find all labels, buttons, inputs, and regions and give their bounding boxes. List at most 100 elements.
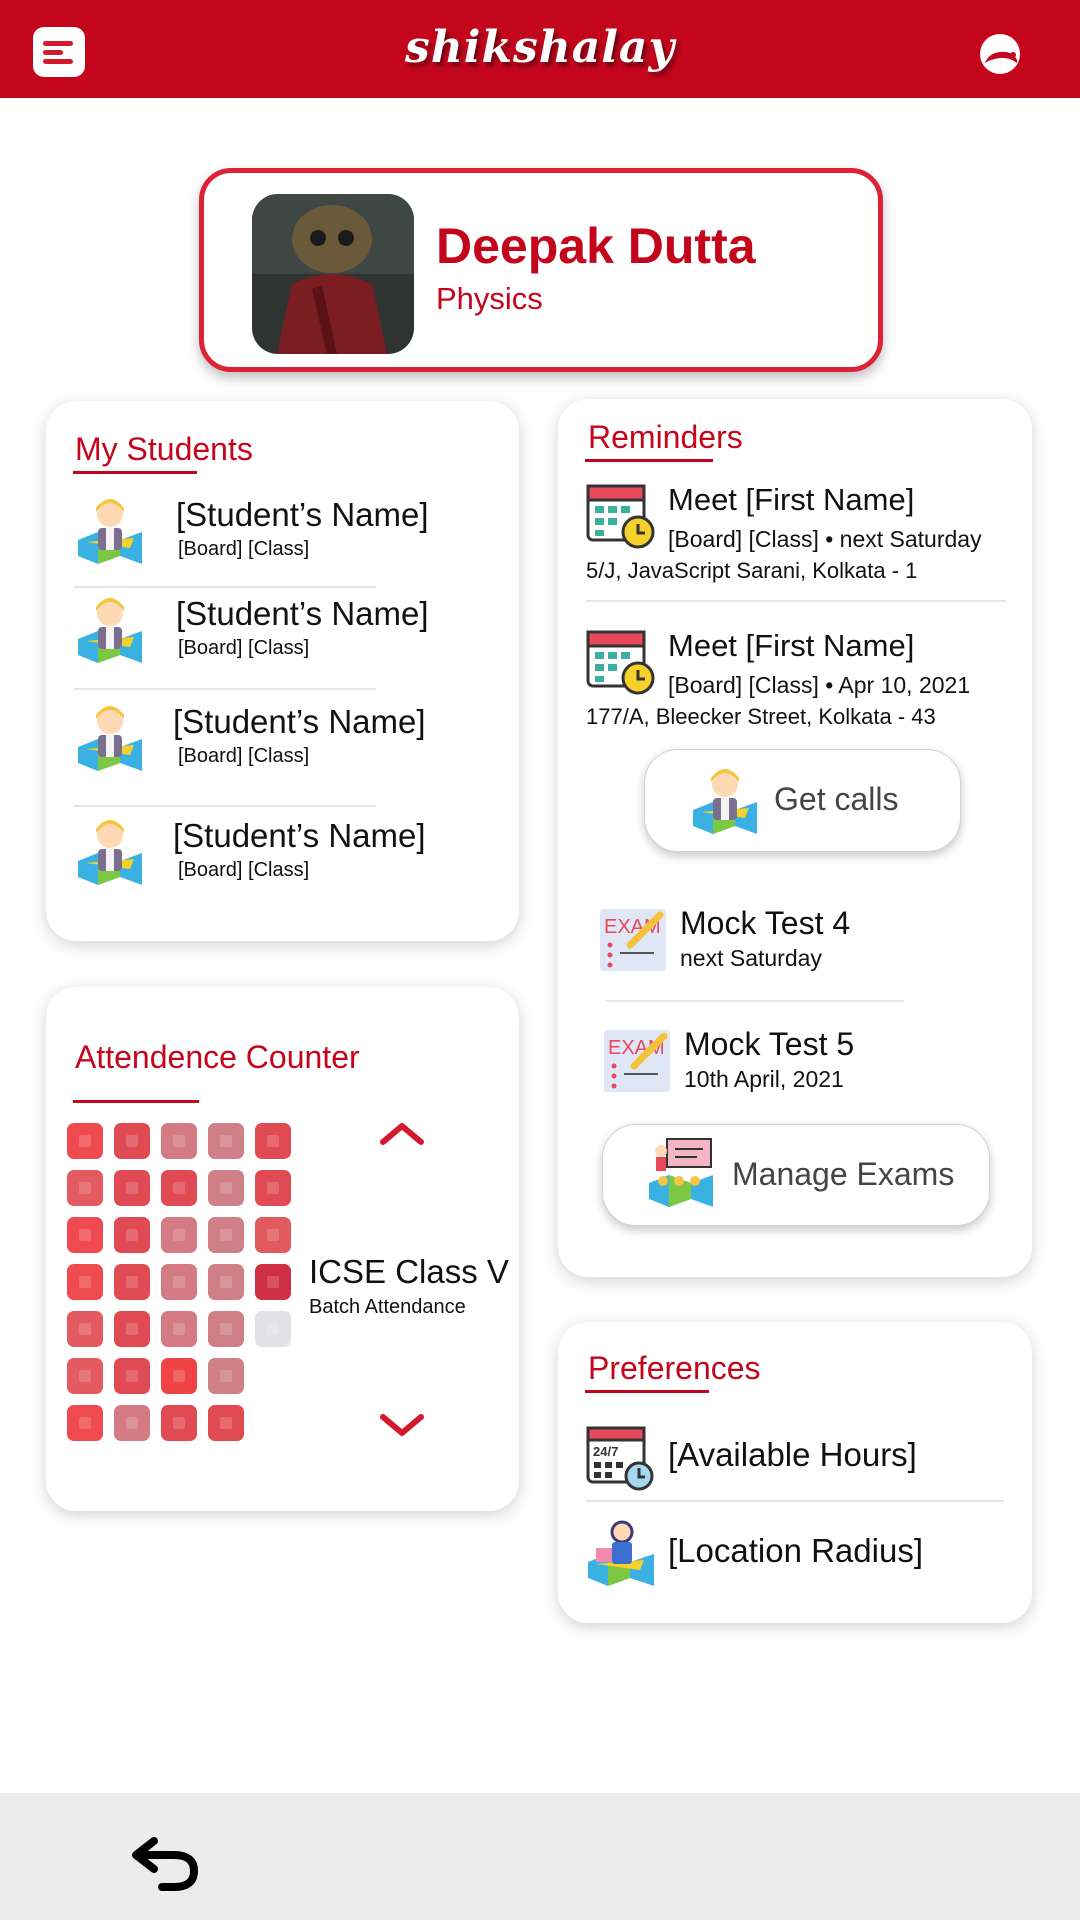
location-teacher-icon (588, 1520, 654, 1586)
reminder-title: Meet [First Name] (668, 482, 915, 517)
app-brand-title: shikshalay (404, 22, 676, 73)
attendance-day-cell[interactable] (255, 1311, 291, 1347)
bottom-navigation-bar (0, 1793, 1080, 1920)
student-map-icon (693, 769, 757, 834)
section-title: My Students (75, 431, 253, 467)
attendance-day-cell[interactable] (114, 1405, 150, 1441)
divider (586, 600, 1006, 602)
attendance-day-cell[interactable] (161, 1217, 197, 1253)
student-map-icon (78, 706, 142, 771)
preference-label: [Available Hours] (668, 1436, 917, 1473)
attendance-day-cell[interactable] (67, 1123, 103, 1159)
profile-face-icon[interactable] (979, 33, 1021, 75)
student-board-class: [Board] [Class] (178, 745, 310, 767)
student-name: [Student’s Name] (176, 496, 429, 533)
reminder-address: 5/J, JavaScript Sarani, Kolkata - 1 (586, 558, 918, 583)
list-item[interactable]: [Student’s Name] [Board] [Class] (74, 593, 494, 673)
teacher-profile-card[interactable]: Deepak Dutta Physics (199, 168, 883, 372)
attendance-day-cell[interactable] (255, 1217, 291, 1253)
divider (74, 805, 376, 807)
exam-date: 10th April, 2021 (684, 1066, 844, 1092)
teacher-subject: Physics (436, 281, 543, 316)
attendance-day-cell[interactable] (161, 1123, 197, 1159)
exam-item[interactable]: EXAM Mock Test 5 10th April, 2021 (602, 1024, 1022, 1114)
chevron-down-icon[interactable] (377, 1411, 427, 1441)
student-map-icon (78, 598, 142, 663)
my-students-card: My Students [Student’s Name] [Board] [Cl… (46, 401, 519, 941)
teacher-avatar-photo (252, 194, 414, 354)
student-board-class: [Board] [Class] (178, 859, 310, 881)
manage-exams-button[interactable]: Manage Exams (602, 1124, 990, 1226)
attendance-day-cell[interactable] (208, 1264, 244, 1300)
batch-name: ICSE Class V (309, 1253, 509, 1290)
title-underline (585, 459, 713, 462)
list-item[interactable]: [Student’s Name] [Board] [Class] (74, 815, 494, 895)
attendance-day-cell[interactable] (67, 1405, 103, 1441)
attendance-day-cell[interactable] (114, 1311, 150, 1347)
title-underline (585, 1390, 709, 1393)
reminder-meta: [Board] [Class] • next Saturday (668, 526, 982, 552)
exam-title: Mock Test 5 (684, 1026, 855, 1062)
attendance-day-cell[interactable] (67, 1217, 103, 1253)
reminder-address: 177/A, Bleecker Street, Kolkata - 43 (586, 704, 936, 729)
attendance-day-cell[interactable] (114, 1358, 150, 1394)
attendance-day-cell[interactable] (114, 1170, 150, 1206)
student-map-icon (78, 499, 142, 564)
attendance-day-cell[interactable] (255, 1123, 291, 1159)
reminder-meta: [Board] [Class] • Apr 10, 2021 (668, 672, 971, 698)
attendance-day-cell[interactable] (255, 1170, 291, 1206)
get-calls-button[interactable]: Get calls (644, 749, 961, 852)
reminder-item[interactable]: Meet [First Name] [Board] [Class] • next… (586, 480, 1026, 600)
attendance-day-cell[interactable] (208, 1123, 244, 1159)
divider (606, 1000, 904, 1002)
back-arrow-icon[interactable] (130, 1833, 200, 1893)
attendance-day-cell[interactable] (67, 1358, 103, 1394)
attendance-day-cell[interactable] (161, 1358, 197, 1394)
attendance-day-cell[interactable] (161, 1405, 197, 1441)
get-calls-label: Get calls (774, 781, 899, 817)
list-item[interactable]: [Student’s Name] [Board] [Class] (74, 701, 494, 781)
svg-text:24/7: 24/7 (593, 1444, 618, 1459)
preferences-card: Preferences 24/7 [Available Hours] [Loca… (558, 1322, 1032, 1623)
reminders-card: Reminders Meet [First Name] [Board] [Cla… (558, 399, 1032, 1277)
attendance-day-cell[interactable] (161, 1264, 197, 1300)
preference-label: [Location Radius] (668, 1532, 923, 1569)
preference-item[interactable]: [Location Radius] (586, 1518, 1006, 1598)
reminder-item[interactable]: Meet [First Name] [Board] [Class] • Apr … (586, 626, 1026, 746)
attendance-day-cell[interactable] (114, 1123, 150, 1159)
teacher-name: Deepak Dutta (436, 218, 756, 274)
title-underline (73, 471, 197, 474)
attendance-day-cell[interactable] (67, 1264, 103, 1300)
chevron-up-icon[interactable] (377, 1118, 427, 1148)
batch-attendance-label: Batch Attendance (309, 1296, 466, 1318)
exam-date: next Saturday (680, 945, 822, 971)
title-underline (73, 1100, 199, 1103)
schedule-24-7-icon: 24/7 (586, 1426, 654, 1491)
attendance-day-cell[interactable] (161, 1170, 197, 1206)
attendance-day-cell[interactable] (208, 1358, 244, 1394)
divider (74, 586, 376, 588)
calendar-clock-icon (586, 484, 655, 549)
attendance-day-cell[interactable] (208, 1311, 244, 1347)
attendance-day-cell[interactable] (161, 1311, 197, 1347)
section-title: Reminders (588, 419, 743, 455)
exam-item[interactable]: EXAM Mock Test 4 next Saturday (598, 903, 1018, 993)
attendance-day-cell[interactable] (67, 1170, 103, 1206)
attendance-day-cell[interactable] (114, 1264, 150, 1300)
attendance-day-cell[interactable] (255, 1264, 291, 1300)
exam-presentation-icon (649, 1138, 713, 1207)
list-item[interactable]: [Student’s Name] [Board] [Class] (74, 494, 494, 574)
attendance-day-cell[interactable] (208, 1405, 244, 1441)
attendance-day-cell[interactable] (114, 1217, 150, 1253)
manage-exams-label: Manage Exams (732, 1156, 955, 1192)
attendance-day-cell[interactable] (208, 1170, 244, 1206)
divider (586, 1500, 1004, 1502)
attendance-day-cell[interactable] (208, 1217, 244, 1253)
student-map-icon (78, 820, 142, 885)
reminder-title: Meet [First Name] (668, 628, 915, 663)
attendance-day-cell[interactable] (67, 1311, 103, 1347)
calendar-clock-icon (586, 630, 655, 695)
exam-paper-icon: EXAM (600, 909, 666, 971)
preference-item[interactable]: 24/7 [Available Hours] (586, 1422, 1006, 1502)
exam-title: Mock Test 4 (680, 905, 851, 941)
